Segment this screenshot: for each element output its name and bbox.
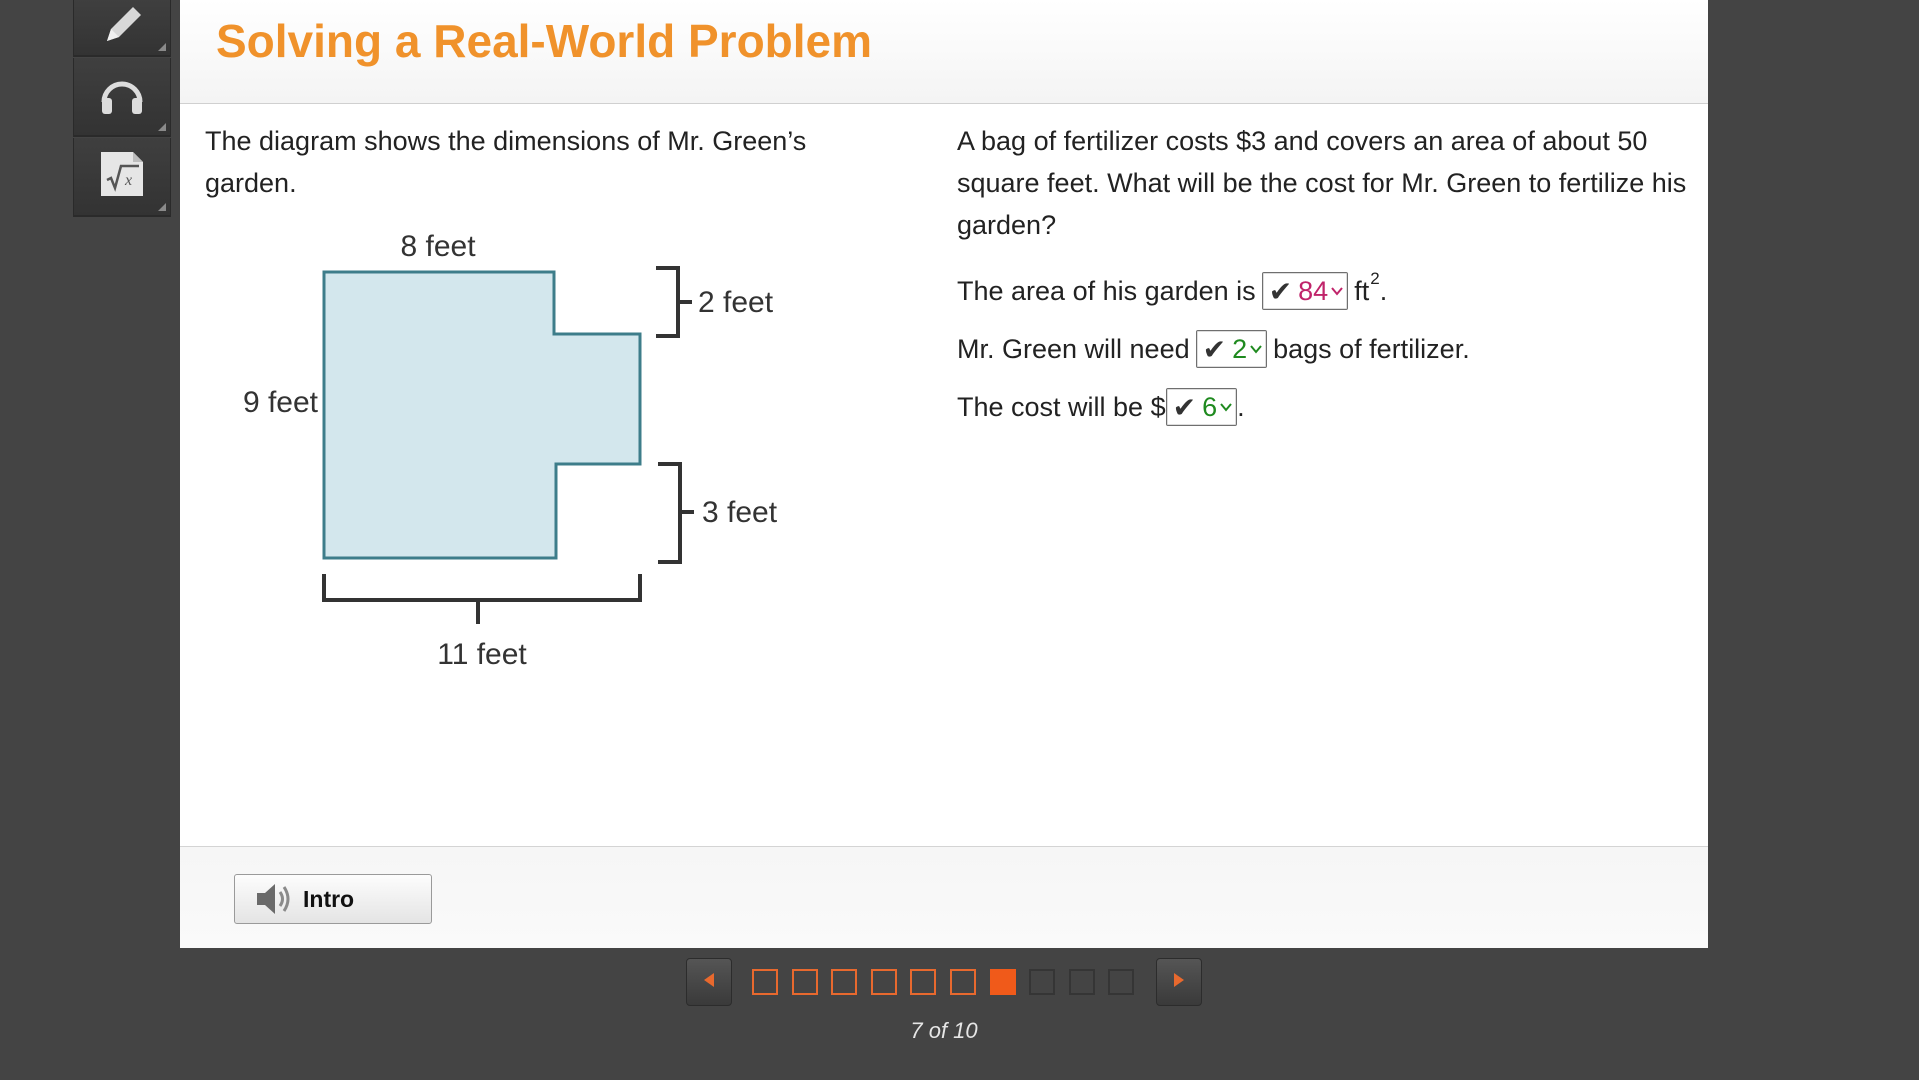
bracket-bottom <box>322 574 642 624</box>
arrow-left-icon <box>702 972 716 993</box>
bags-answer-line: Mr. Green will need ✔ 2 bags of fertiliz… <box>957 320 1687 378</box>
page-counter: 7 of 10 <box>910 1018 978 1043</box>
math-icon: x <box>99 150 145 203</box>
pencil-tool-button[interactable] <box>73 0 171 55</box>
page-dot-5[interactable] <box>910 969 937 995</box>
bags-prefix: Mr. Green will need <box>957 333 1190 364</box>
page-dot-2[interactable] <box>791 969 818 995</box>
problem-intro: The diagram shows the dimensions of Mr. … <box>205 126 807 198</box>
bracket-notch-top <box>656 266 692 338</box>
page-dot-6[interactable] <box>950 969 976 995</box>
headphones-icon <box>98 72 146 121</box>
speaker-icon <box>255 882 293 916</box>
svg-text:x: x <box>124 172 132 189</box>
math-tool-button[interactable]: x <box>73 138 171 215</box>
lesson-panel: Solving a Real-World Problem The diagram… <box>180 0 1708 948</box>
page-dot-8[interactable] <box>1029 969 1056 995</box>
bracket-notch-bottom <box>658 462 694 564</box>
area-prefix: The area of his garden is <box>957 275 1256 306</box>
previous-button[interactable] <box>686 958 732 1006</box>
cost-dropdown[interactable]: ✔ 6 <box>1165 388 1238 426</box>
area-unit-exponent: 2 <box>1370 269 1380 288</box>
pencil-icon <box>99 5 145 50</box>
chevron-down-icon <box>1250 341 1262 357</box>
label-left: 9 feet <box>243 386 319 419</box>
garden-shape <box>322 270 642 560</box>
chevron-down-icon <box>1220 399 1232 415</box>
page-dot-4[interactable] <box>870 969 897 995</box>
label-notch-bottom: 3 feet <box>702 496 778 529</box>
label-notch-top: 2 feet <box>698 286 774 319</box>
chevron-down-icon <box>1331 283 1343 299</box>
question-column: A bag of fertilizer costs $3 and covers … <box>957 120 1687 436</box>
garden-diagram: 8 feet 9 feet 2 feet 3 feet 11 feet <box>243 230 778 671</box>
cost-value: 6 <box>1202 391 1218 422</box>
bags-suffix: bags of fertilizer. <box>1273 333 1470 364</box>
page-dot-7[interactable] <box>989 969 1016 995</box>
arrow-right-icon <box>1172 972 1186 993</box>
next-button[interactable] <box>1156 958 1202 1006</box>
bags-dropdown[interactable]: ✔ 2 <box>1195 330 1268 368</box>
question-text: A bag of fertilizer costs $3 and covers … <box>957 126 1687 240</box>
label-bottom: 11 feet <box>437 638 527 671</box>
check-icon: ✔ <box>1202 333 1227 365</box>
cost-prefix: The cost will be $ <box>957 391 1166 422</box>
intro-button-label: Intro <box>303 885 355 912</box>
page-dot-1[interactable] <box>752 969 778 995</box>
panel-footer: Intro <box>180 846 1708 948</box>
cost-suffix: . <box>1237 391 1245 422</box>
cost-answer-line: The cost will be $ ✔ 6 . <box>957 378 1687 436</box>
area-unit: ft <box>1354 275 1370 306</box>
area-suffix: . <box>1379 275 1388 306</box>
page-dot-3[interactable] <box>831 969 858 995</box>
page-dot-9[interactable] <box>1068 969 1095 995</box>
check-icon: ✔ <box>1268 275 1293 307</box>
label-top: 8 feet <box>400 230 476 263</box>
area-dropdown[interactable]: ✔ 84 <box>1261 272 1349 310</box>
area-value: 84 <box>1298 275 1329 306</box>
intro-button[interactable]: Intro <box>234 874 432 924</box>
page-title: Solving a Real-World Problem <box>216 15 873 67</box>
check-icon: ✔ <box>1172 391 1197 423</box>
bags-value: 2 <box>1232 333 1248 364</box>
audio-tool-button[interactable] <box>73 58 171 135</box>
panel-header: Solving a Real-World Problem <box>180 0 1708 104</box>
area-answer-line: The area of his garden is ✔ 84 ft 2. <box>957 262 1687 320</box>
tool-strip: x <box>73 0 171 218</box>
page-dot-10[interactable] <box>1108 969 1135 995</box>
